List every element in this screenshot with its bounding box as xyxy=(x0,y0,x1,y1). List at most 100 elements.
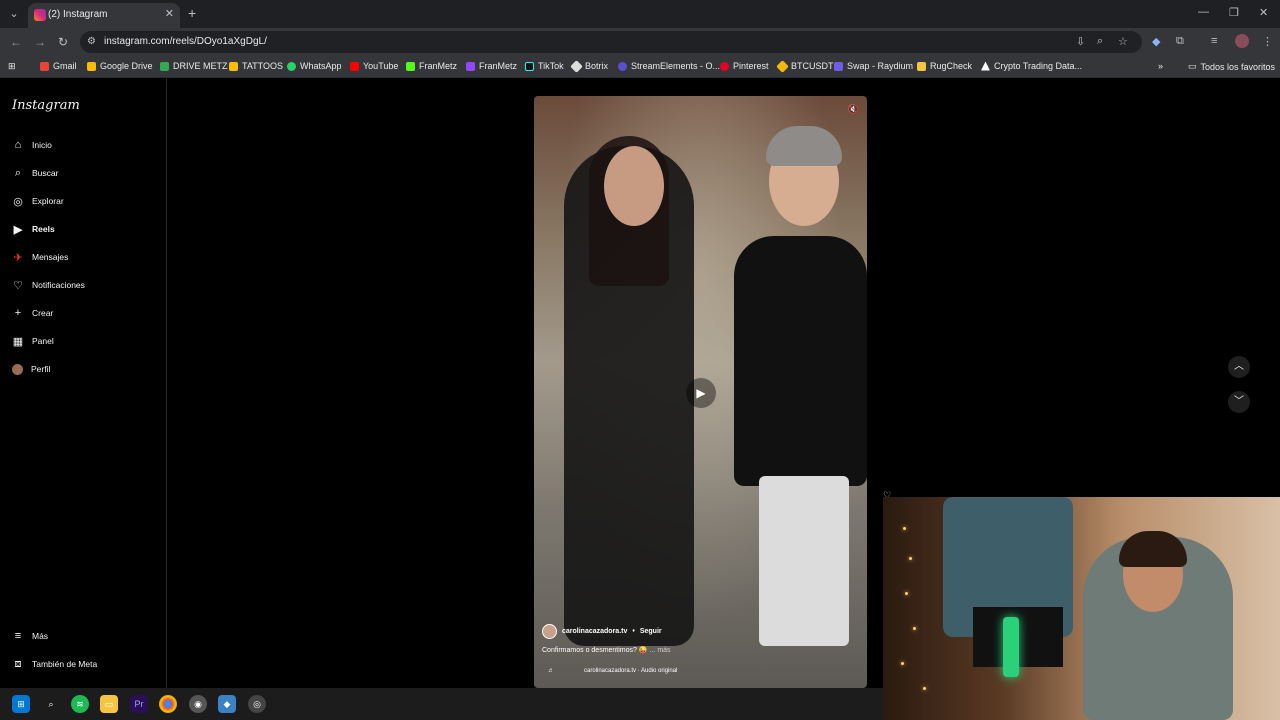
site-info-icon[interactable]: ⚙ xyxy=(87,36,96,47)
nav-inicio[interactable]: ⌂ Inicio xyxy=(12,136,52,154)
bookmark-btcusdt[interactable]: BTCUSDT xyxy=(776,59,834,73)
spotify-icon[interactable]: ≋ xyxy=(71,695,89,713)
bookmark-drive-metz[interactable]: DRIVE METZ xyxy=(160,61,228,71)
reload-icon[interactable]: ↻ xyxy=(58,35,68,49)
nav-perfil[interactable]: Perfil xyxy=(12,360,50,378)
bookmarks-bar: ⊞ Gmail Google Drive DRIVE METZ TATTOOS … xyxy=(0,56,1280,78)
streamer-webcam xyxy=(883,497,1280,720)
bookmark-google-drive[interactable]: Google Drive xyxy=(87,61,153,71)
extension-icon[interactable]: ◆ xyxy=(1152,35,1160,48)
caption-more-link[interactable]: ... más xyxy=(650,647,671,654)
bookmark-swap-raydium[interactable]: Swap - Raydium xyxy=(834,61,913,71)
instagram-favicon-icon xyxy=(34,9,46,21)
address-bar[interactable]: ⚙ instagram.com/reels/DOyo1aXgDgL/ xyxy=(80,31,1142,53)
bookmark-label: Swap - Raydium xyxy=(847,61,914,71)
reel-audio[interactable]: ♬ carolinacazadora.tv · Audio original xyxy=(548,668,677,674)
instagram-logo[interactable]: Instagram xyxy=(12,98,80,113)
bookmark-youtube[interactable]: YouTube xyxy=(350,61,398,71)
new-tab-icon[interactable]: + xyxy=(188,5,196,21)
folder-icon: ▭ xyxy=(1188,61,1197,71)
media-icon[interactable]: ≡ xyxy=(1211,35,1217,47)
author-username[interactable]: carolinacazadora.tv xyxy=(562,628,627,635)
nav-explorar[interactable]: ◎ Explorar xyxy=(12,192,63,210)
more-bookmarks-icon[interactable]: » xyxy=(1158,61,1163,71)
nav-crear[interactable]: + Crear xyxy=(12,304,53,322)
play-icon[interactable]: ▶ xyxy=(686,378,716,408)
apps-icon[interactable]: ⊞ xyxy=(8,61,16,72)
nav-notificaciones[interactable]: ♡ Notificaciones xyxy=(12,276,85,294)
tiktok-icon xyxy=(525,61,534,71)
dot-separator: • xyxy=(632,628,635,635)
tab-instagram[interactable]: (2) Instagram ✕ xyxy=(28,3,180,28)
bookmark-star-icon[interactable]: ☆ xyxy=(1118,35,1128,48)
bookmark-label: DRIVE METZ xyxy=(173,61,228,71)
chrome-icon[interactable] xyxy=(159,695,177,713)
close-window-icon[interactable]: ✕ xyxy=(1259,6,1268,19)
browser-toolbar: ← → ↻ ⚙ instagram.com/reels/DOyo1aXgDgL/… xyxy=(0,28,1280,56)
all-bookmarks[interactable]: ▭ Todos los favoritos xyxy=(1188,61,1275,72)
premiere-icon[interactable]: Pr xyxy=(130,695,148,713)
bookmark-crypto-trading[interactable]: Crypto Trading Data... xyxy=(981,61,1082,71)
bookmark-franmetz-kick[interactable]: FranMetz xyxy=(406,61,457,71)
crypto-icon xyxy=(981,61,990,71)
chrome-active-icon[interactable]: ◎ xyxy=(248,695,266,713)
minimize-icon[interactable]: — xyxy=(1198,6,1209,18)
reel-author[interactable]: carolinacazadora.tv • Seguir xyxy=(542,624,662,639)
zoom-icon[interactable]: ⌕ xyxy=(1097,35,1103,48)
nav-panel[interactable]: ▦ Panel xyxy=(12,332,54,350)
bookmark-gmail[interactable]: Gmail xyxy=(40,61,77,71)
nav-label: Inicio xyxy=(32,140,52,150)
youtube-icon xyxy=(350,61,359,71)
bookmark-streamelements[interactable]: StreamElements - O... xyxy=(618,61,720,71)
nav-reels[interactable]: ▶ Reels xyxy=(12,220,55,238)
fairy-light xyxy=(913,627,916,630)
bookmark-label: TikTok xyxy=(538,61,564,71)
pinterest-icon xyxy=(720,61,729,71)
nav-label: Buscar xyxy=(32,168,59,178)
back-icon[interactable]: ← xyxy=(10,35,22,49)
search-icon[interactable]: ⌕ xyxy=(42,695,60,713)
drive-icon xyxy=(160,61,169,71)
bookmark-tattoos[interactable]: TATTOOS xyxy=(229,61,283,71)
reel-video[interactable]: 🔇 ▶ carolinacazadora.tv • Seguir Confirm… xyxy=(534,96,867,688)
bookmark-botrix[interactable]: Botrix xyxy=(570,59,608,73)
reel-caption: Confirmamos o desmentimos? 😜 ... más xyxy=(542,646,671,654)
bookmark-pinterest[interactable]: Pinterest xyxy=(720,61,769,71)
restore-icon[interactable]: ❐ xyxy=(1229,6,1239,19)
forward-icon[interactable]: → xyxy=(34,35,46,49)
tab-search-icon[interactable]: ⌄ xyxy=(6,6,22,22)
caption-text: Confirmamos o desmentimos? 😜 xyxy=(542,647,648,654)
bookmark-rugcheck[interactable]: RugCheck xyxy=(917,61,972,71)
file-explorer-icon[interactable]: ▭ xyxy=(100,695,118,713)
bookmark-whatsapp[interactable]: WhatsApp xyxy=(287,61,342,71)
music-icon: ♬ xyxy=(548,668,554,674)
nav-label: Reels xyxy=(32,224,55,234)
author-avatar[interactable] xyxy=(542,624,557,639)
home-icon: ⌂ xyxy=(14,139,22,151)
bookmark-tiktok[interactable]: TikTok xyxy=(525,61,564,71)
person-left-face xyxy=(604,146,664,226)
nav-mas[interactable]: ≡ Más xyxy=(12,627,48,645)
menu-icon[interactable]: ⋮ xyxy=(1262,35,1273,48)
nav-label: Más xyxy=(32,631,49,641)
mute-icon[interactable]: 🔇 xyxy=(848,104,859,115)
tab-title: (2) Instagram xyxy=(48,9,108,20)
follow-button[interactable]: Seguir xyxy=(640,628,662,635)
start-icon[interactable]: ⊞ xyxy=(12,695,30,713)
obs-icon[interactable]: ◉ xyxy=(189,695,207,713)
extensions-puzzle-icon[interactable]: ⧉ xyxy=(1176,35,1184,48)
bookmark-label: Gmail xyxy=(53,61,77,71)
nav-mensajes[interactable]: ✈ Mensajes xyxy=(12,248,68,266)
install-icon[interactable]: ⇩ xyxy=(1076,35,1085,48)
app-icon[interactable]: ◆ xyxy=(218,695,236,713)
previous-reel-button[interactable]: ︿ xyxy=(1228,356,1250,378)
dashboard-icon: ▦ xyxy=(12,335,24,348)
bookmark-franmetz-twitch[interactable]: FranMetz xyxy=(466,61,517,71)
next-reel-button[interactable]: ﹀ xyxy=(1228,391,1250,413)
nav-tambien-de-meta[interactable]: ⧈ También de Meta xyxy=(12,655,98,673)
instagram-sidebar: Instagram ⌂ Inicio ⌕ Buscar ◎ Explorar ▶ Ree… xyxy=(0,78,167,688)
streamelements-icon xyxy=(618,61,627,71)
profile-avatar[interactable] xyxy=(1235,34,1249,48)
nav-buscar[interactable]: ⌕ Buscar xyxy=(12,164,59,182)
close-tab-icon[interactable]: ✕ xyxy=(165,7,174,20)
